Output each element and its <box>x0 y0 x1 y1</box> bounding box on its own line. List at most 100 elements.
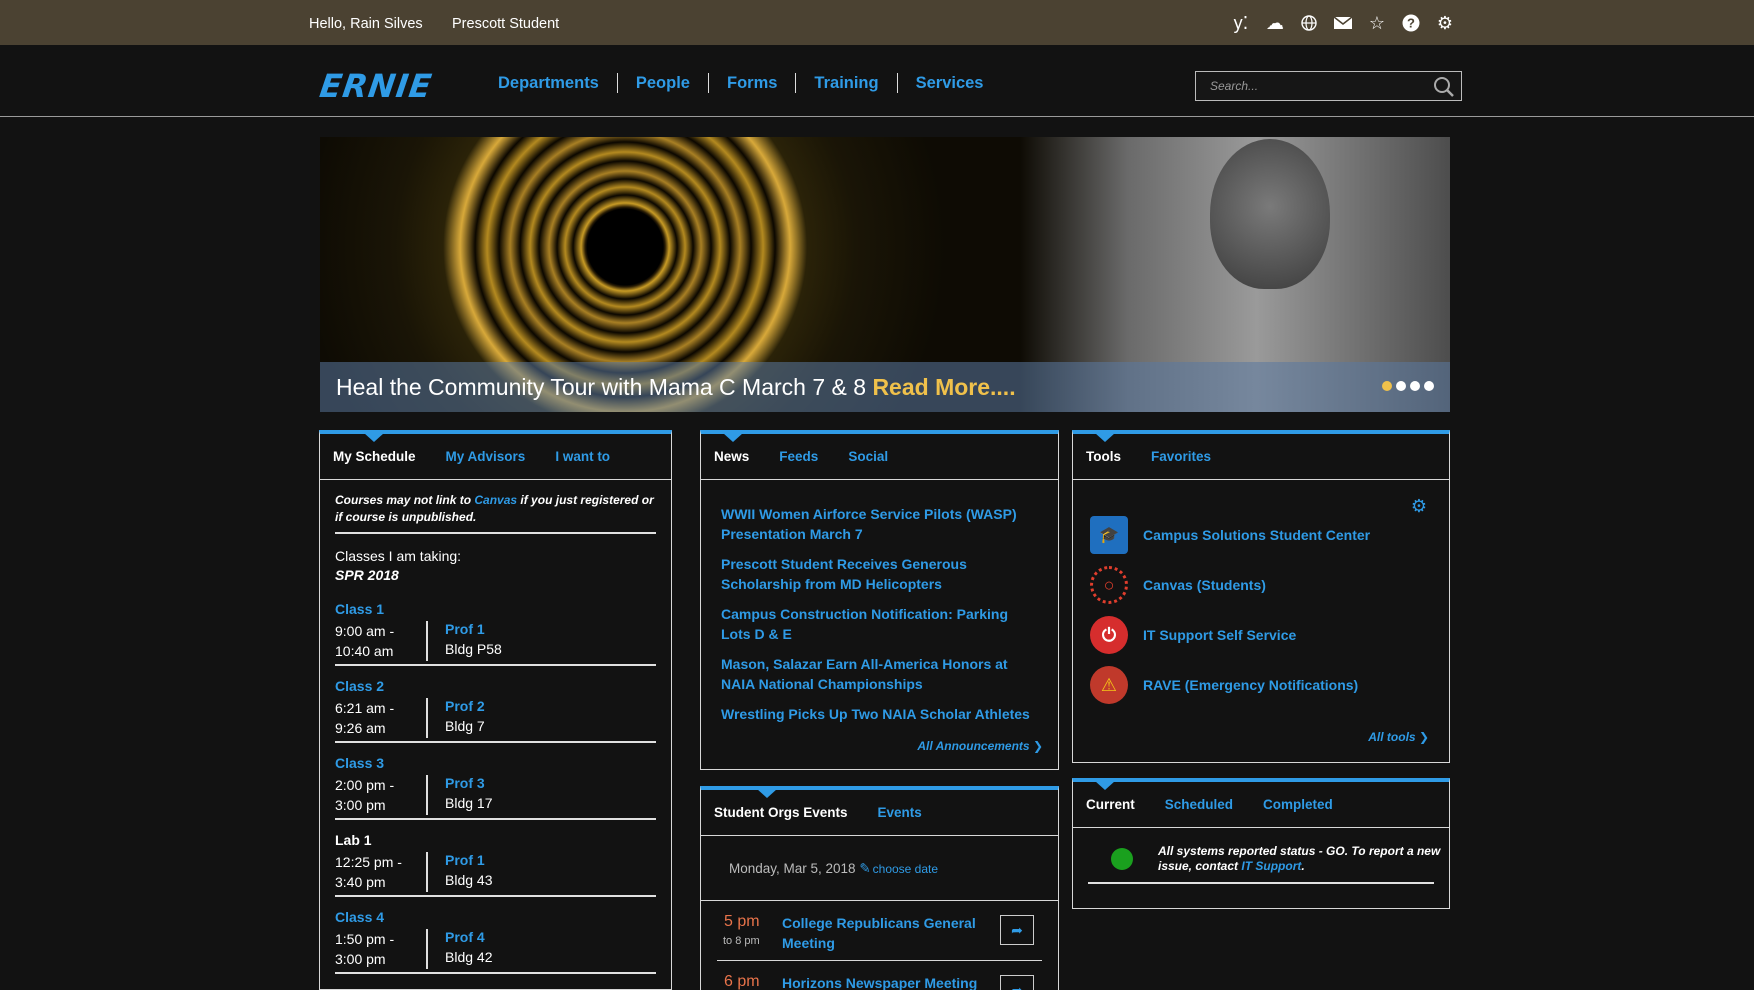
class-professor[interactable]: Prof 2 <box>445 698 485 714</box>
nav-services[interactable]: Services <box>898 74 1002 93</box>
tab-current[interactable]: Current <box>1086 797 1135 812</box>
tools-tabs: Tools Favorites <box>1073 433 1449 480</box>
events-tabs: Student Orgs Events Events <box>701 789 1058 836</box>
status-ok-icon <box>1111 848 1133 870</box>
share-arrow-icon[interactable]: ➦ <box>1000 975 1034 990</box>
class-name[interactable]: Class 2 <box>335 678 656 694</box>
class-row: Lab 1 12:25 pm -3:40 pm Prof 1 Bldg 43 <box>335 832 656 897</box>
nav-training[interactable]: Training <box>796 74 896 93</box>
note-text: Courses may not link to <box>335 493 475 507</box>
read-more-link[interactable]: Read More.... <box>872 374 1015 400</box>
greeting: Hello, Rain Silves <box>309 16 423 32</box>
divider <box>426 775 428 815</box>
class-professor[interactable]: Prof 4 <box>445 929 485 945</box>
chevron-right-icon: ❯ <box>1418 730 1429 744</box>
search-icon[interactable] <box>1433 76 1455 98</box>
slide-dot[interactable] <box>1382 381 1392 391</box>
pencil-icon[interactable]: ✎ <box>859 861 870 876</box>
all-tools-link[interactable]: All tools ❯ <box>1368 730 1429 744</box>
help-icon[interactable]: ? <box>1400 12 1422 34</box>
gear-icon[interactable]: ⚙ <box>1434 12 1456 34</box>
search-box <box>1195 71 1462 101</box>
slide-dot[interactable] <box>1410 381 1420 391</box>
share-arrow-icon[interactable]: ➦ <box>1000 915 1034 945</box>
news-item[interactable]: Prescott Student Receives Generous Schol… <box>721 554 1040 594</box>
divider <box>426 621 428 661</box>
tab-i-want-to[interactable]: I want to <box>555 449 610 464</box>
graduation-folder-icon: 🎓 <box>1090 516 1128 554</box>
class-name[interactable]: Class 3 <box>335 755 656 771</box>
tab-tools[interactable]: Tools <box>1086 449 1121 464</box>
class-row: Class 4 1:50 pm -3:00 pm Prof 4 Bldg 42 <box>335 909 656 974</box>
tab-completed[interactable]: Completed <box>1263 797 1333 812</box>
tab-events[interactable]: Events <box>878 805 922 820</box>
news-panel: News Feeds Social WWII Women Airforce Se… <box>700 430 1059 770</box>
tab-social[interactable]: Social <box>848 449 888 464</box>
class-name: Lab 1 <box>335 832 372 848</box>
active-tab-pointer <box>364 433 384 442</box>
status-tabs: Current Scheduled Completed <box>1073 781 1449 828</box>
slide-dot[interactable] <box>1396 381 1406 391</box>
event-row: 5 pm to 8 pm College Republicans General… <box>717 901 1042 961</box>
ernie-logo[interactable]: ERNIE <box>317 67 434 105</box>
tab-feeds[interactable]: Feeds <box>779 449 818 464</box>
tool-campus-solutions[interactable]: 🎓 Campus Solutions Student Center <box>1090 516 1370 554</box>
nav-people[interactable]: People <box>618 74 708 93</box>
news-item[interactable]: Mason, Salazar Earn All-America Honors a… <box>721 654 1040 694</box>
tool-label[interactable]: RAVE (Emergency Notifications) <box>1143 677 1358 693</box>
event-time: 5 pm <box>724 913 760 930</box>
mail-icon[interactable] <box>1332 12 1354 34</box>
hero-banner[interactable]: Heal the Community Tour with Mama C Marc… <box>320 137 1450 412</box>
all-announcements-link[interactable]: All Announcements ❯ <box>917 739 1043 753</box>
term-label: SPR 2018 <box>335 567 399 583</box>
class-professor[interactable]: Prof 1 <box>445 621 485 637</box>
nav-forms[interactable]: Forms <box>709 74 795 93</box>
event-title[interactable]: Horizons Newspaper Meeting <box>782 973 982 990</box>
search-input[interactable] <box>1196 72 1416 100</box>
cloud-icon[interactable]: ☁ <box>1264 12 1286 34</box>
event-title[interactable]: College Republicans General Meeting <box>782 913 982 953</box>
tab-news[interactable]: News <box>714 449 749 464</box>
class-building: Bldg 42 <box>445 949 493 965</box>
tool-it-support[interactable]: ⏻ IT Support Self Service <box>1090 616 1296 654</box>
tab-student-orgs-events[interactable]: Student Orgs Events <box>714 805 848 820</box>
class-name[interactable]: Class 1 <box>335 601 656 617</box>
org-name[interactable]: Prescott Student <box>452 16 559 32</box>
news-item[interactable]: Campus Construction Notification: Parkin… <box>721 604 1040 644</box>
it-support-link[interactable]: IT Support <box>1241 859 1301 873</box>
yammer-icon[interactable]: y⁚ <box>1230 12 1252 34</box>
tab-my-advisors[interactable]: My Advisors <box>446 449 526 464</box>
class-professor[interactable]: Prof 1 <box>445 852 485 868</box>
tool-label[interactable]: IT Support Self Service <box>1143 627 1296 643</box>
tab-my-schedule[interactable]: My Schedule <box>333 449 416 464</box>
slide-dot[interactable] <box>1424 381 1434 391</box>
canvas-link[interactable]: Canvas <box>474 493 517 507</box>
tool-label[interactable]: Campus Solutions Student Center <box>1143 527 1370 543</box>
globe-icon[interactable] <box>1298 12 1320 34</box>
hero-portrait <box>1210 139 1330 289</box>
class-professor[interactable]: Prof 3 <box>445 775 485 791</box>
tool-canvas[interactable]: ○ Canvas (Students) <box>1090 566 1266 604</box>
events-date: Monday, Mar 5, 2018 ✎ choose date <box>701 836 1058 901</box>
tab-favorites[interactable]: Favorites <box>1151 449 1211 464</box>
active-tab-pointer <box>757 789 777 798</box>
tab-scheduled[interactable]: Scheduled <box>1165 797 1233 812</box>
hero-caption: Heal the Community Tour with Mama C Marc… <box>320 362 1450 412</box>
tool-label[interactable]: Canvas (Students) <box>1143 577 1266 593</box>
status-panel: Current Scheduled Completed All systems … <box>1072 778 1450 909</box>
main-nav: Departments People Forms Training Servic… <box>480 73 1002 93</box>
class-time: 9:00 am -10:40 am <box>335 623 395 659</box>
news-item[interactable]: Wrestling Picks Up Two NAIA Scholar Athl… <box>721 704 1040 724</box>
class-time: 12:25 pm -3:40 pm <box>335 854 402 890</box>
gear-icon[interactable]: ⚙ <box>1411 496 1427 517</box>
svg-text:?: ? <box>1407 16 1415 31</box>
class-name[interactable]: Class 4 <box>335 909 656 925</box>
nav-departments[interactable]: Departments <box>480 74 617 93</box>
schedule-note: Courses may not link to Canvas if you ju… <box>335 492 656 534</box>
star-icon[interactable]: ☆ <box>1366 12 1388 34</box>
news-list: WWII Women Airforce Service Pilots (WASP… <box>701 480 1058 724</box>
choose-date-link[interactable]: choose date <box>873 862 938 876</box>
class-time: 2:00 pm -3:00 pm <box>335 777 395 813</box>
news-item[interactable]: WWII Women Airforce Service Pilots (WASP… <box>721 504 1040 544</box>
tool-rave[interactable]: ⚠ RAVE (Emergency Notifications) <box>1090 666 1358 704</box>
